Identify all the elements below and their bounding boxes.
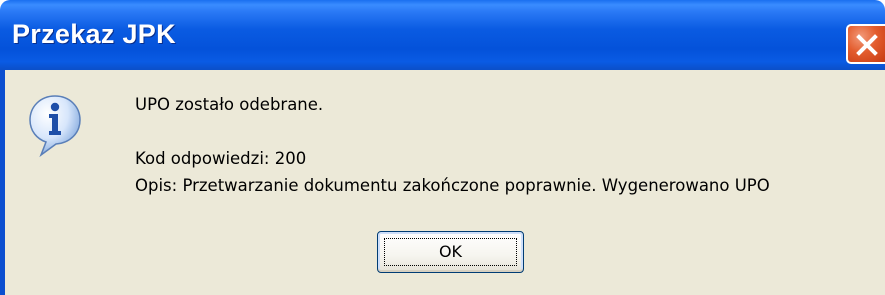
dialog-body: UPO zostało odebrane. Kod odpowiedzi: 20…	[0, 70, 885, 295]
message-status: UPO zostało odebrane.	[135, 95, 324, 114]
information-icon	[29, 95, 81, 158]
ok-button-label: OK	[438, 242, 463, 261]
title-bar[interactable]: Przekaz JPK	[0, 0, 885, 70]
window-frame-left	[0, 70, 5, 295]
close-icon	[856, 34, 878, 56]
message-response-code: Kod odpowiedzi: 200	[135, 149, 307, 168]
close-button[interactable]	[846, 24, 885, 64]
message-dialog: Przekaz JPK UPO zostało odebrane. Kod od…	[0, 0, 885, 295]
message-description: Opis: Przetwarzanie dokumentu zakończone…	[135, 176, 770, 195]
ok-button[interactable]: OK	[377, 231, 524, 273]
window-title: Przekaz JPK	[12, 19, 176, 49]
